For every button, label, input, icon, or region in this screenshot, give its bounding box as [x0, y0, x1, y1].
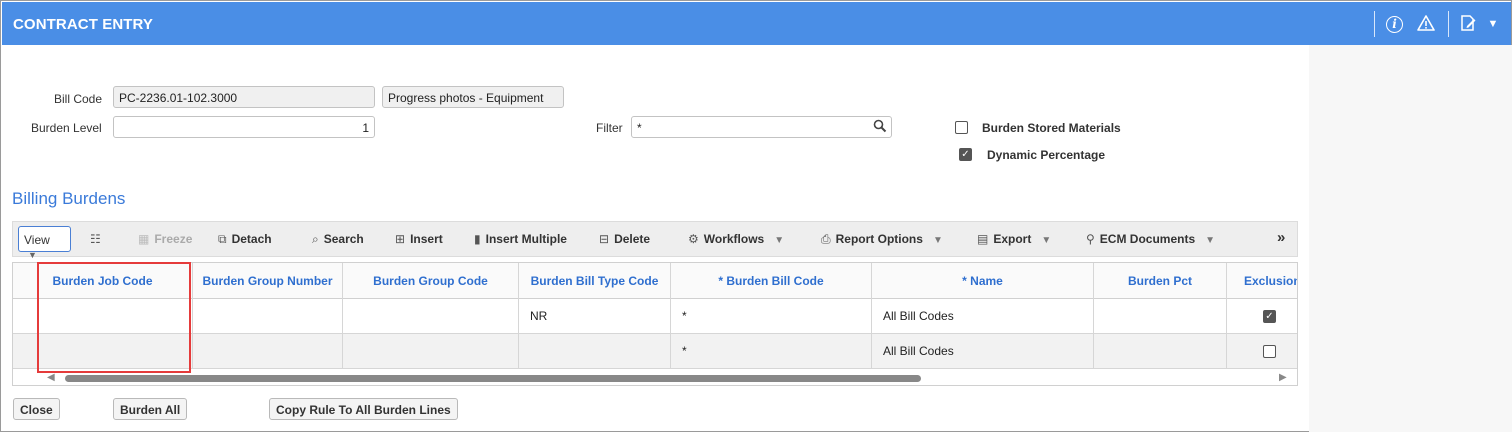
insert-multiple-button[interactable]: ▮ Insert Multiple — [474, 232, 567, 246]
insert-multiple-icon: ▮ — [474, 232, 481, 246]
grid-header: Burden Job Code Burden Group Number Burd… — [13, 263, 1297, 299]
cell-burden-group-number[interactable] — [193, 299, 343, 334]
bill-code-label: Bill Code — [54, 92, 103, 106]
filter-input[interactable]: * — [631, 116, 892, 138]
grid-toolbar: View ▼ ☷ ▦ Freeze ⧉ Detach ⌕ Search ⊞ Insert… — [12, 221, 1298, 260]
cell-burden-group-code[interactable] — [343, 334, 519, 369]
col-burden-group-code[interactable]: Burden Group Code — [343, 263, 519, 299]
freeze-icon: ▦ — [138, 232, 150, 246]
more-tools-button[interactable]: » — [1277, 229, 1285, 246]
filter-label: Filter — [596, 121, 623, 135]
chevron-down-icon: ▼ — [774, 235, 785, 246]
ecm-icon: ⚲ — [1086, 232, 1095, 246]
highlight-box — [37, 262, 191, 373]
section-title: Billing Burdens — [12, 189, 126, 208]
burden-level-field[interactable]: 1 — [113, 116, 375, 138]
burden-all-button[interactable]: Burden All — [113, 398, 188, 420]
copy-rule-button[interactable]: Copy Rule To All Burden Lines — [269, 398, 458, 420]
cell-burden-group-code[interactable] — [343, 299, 519, 334]
filter-value: * — [637, 121, 642, 135]
cell-name[interactable]: All Bill Codes — [872, 299, 1094, 334]
table-row[interactable]: * All Bill Codes — [13, 334, 1297, 369]
col-burden-pct[interactable]: Burden Pct — [1094, 263, 1227, 299]
cell-burden-bill-type-code[interactable]: NR — [519, 299, 671, 334]
search-icon[interactable] — [873, 119, 887, 136]
report-options-button[interactable]: ⎙ Report Options ▼ — [821, 232, 943, 247]
search-button[interactable]: ⌕ Search — [312, 232, 364, 247]
title-separator — [1374, 11, 1375, 37]
window-title: CONTRACT ENTRY — [13, 16, 154, 33]
col-burden-bill-code[interactable]: * Burden Bill Code — [671, 263, 872, 299]
col-exclusion[interactable]: Exclusion — [1227, 263, 1297, 299]
close-button[interactable]: Close — [13, 398, 60, 420]
billing-burdens-grid: Burden Job Code Burden Group Number Burd… — [12, 262, 1298, 386]
scroll-left-icon[interactable]: ◀ — [47, 372, 55, 383]
bill-code-field[interactable]: PC-2236.01-102.3000 — [113, 86, 375, 108]
cell-burden-bill-code[interactable]: * — [671, 334, 872, 369]
workflows-button[interactable]: ⚙ Workflows ▼ — [688, 232, 784, 246]
export-button[interactable]: ▤ Export ▼ — [977, 232, 1051, 246]
burden-stored-materials-checkbox[interactable] — [955, 121, 968, 134]
cell-name[interactable]: All Bill Codes — [872, 334, 1094, 369]
chevron-down-icon[interactable]: ▼ — [1483, 14, 1503, 34]
insert-icon: ⊞ — [395, 232, 406, 246]
edit-icon[interactable] — [1458, 14, 1478, 34]
cell-burden-pct[interactable] — [1094, 299, 1227, 334]
cell-exclusion: ✓ — [1227, 299, 1297, 334]
warning-icon[interactable] — [1416, 14, 1436, 34]
col-name[interactable]: * Name — [872, 263, 1094, 299]
scroll-right-icon[interactable]: ▶ — [1279, 372, 1287, 383]
col-burden-bill-type-code[interactable]: Burden Bill Type Code — [519, 263, 671, 299]
column-chooser-button[interactable]: ☷ — [90, 232, 106, 246]
delete-button[interactable]: ⊟ Delete — [599, 232, 650, 246]
title-bar: CONTRACT ENTRY i ▼ — [2, 2, 1511, 45]
view-label: View — [24, 233, 50, 247]
view-dropdown[interactable]: View ▼ — [18, 226, 71, 260]
chevron-down-icon: ▼ — [28, 250, 37, 260]
search-icon: ⌕ — [312, 232, 319, 246]
cell-burden-pct[interactable] — [1094, 334, 1227, 369]
ecm-documents-button[interactable]: ⚲ ECM Documents ▼ — [1086, 232, 1215, 246]
burden-level-label: Burden Level — [31, 121, 102, 135]
workflows-icon: ⚙ — [688, 232, 699, 246]
exclusion-checkbox[interactable] — [1263, 345, 1276, 358]
chevron-down-icon: ▼ — [1205, 235, 1216, 246]
horizontal-scrollbar[interactable]: ◀ ▶ — [13, 370, 1297, 385]
chevron-down-icon: ▼ — [932, 235, 943, 246]
scrollbar-thumb[interactable] — [65, 375, 921, 382]
exclusion-checkbox[interactable]: ✓ — [1263, 310, 1276, 323]
dynamic-percentage-checkbox[interactable]: ✓ — [959, 148, 972, 161]
col-burden-group-number[interactable]: Burden Group Number — [193, 263, 343, 299]
right-panel-background — [1309, 45, 1512, 432]
detach-button[interactable]: ⧉ Detach — [218, 232, 272, 247]
cell-exclusion — [1227, 334, 1297, 369]
dynamic-percentage-label: Dynamic Percentage — [987, 148, 1106, 162]
table-row[interactable]: NR * All Bill Codes ✓ — [13, 299, 1297, 334]
delete-icon: ⊟ — [599, 232, 610, 246]
cell-burden-bill-code[interactable]: * — [671, 299, 872, 334]
columns-icon: ☷ — [90, 232, 101, 246]
chevron-down-icon: ▼ — [1041, 235, 1052, 246]
info-icon[interactable]: i — [1386, 16, 1403, 33]
freeze-button[interactable]: ▦ Freeze — [138, 232, 192, 246]
cell-burden-group-number[interactable] — [193, 334, 343, 369]
printer-icon: ⎙ — [821, 232, 831, 246]
app-window: CONTRACT ENTRY i ▼ Bill Code PC-2236.01-… — [0, 0, 1512, 432]
insert-button[interactable]: ⊞ Insert — [395, 232, 443, 246]
bill-code-description: Progress photos - Equipment — [382, 86, 564, 108]
detach-icon: ⧉ — [218, 232, 227, 246]
title-separator — [1448, 11, 1449, 37]
burden-stored-materials-label: Burden Stored Materials — [982, 121, 1121, 135]
export-icon: ▤ — [977, 232, 989, 246]
cell-burden-bill-type-code[interactable] — [519, 334, 671, 369]
